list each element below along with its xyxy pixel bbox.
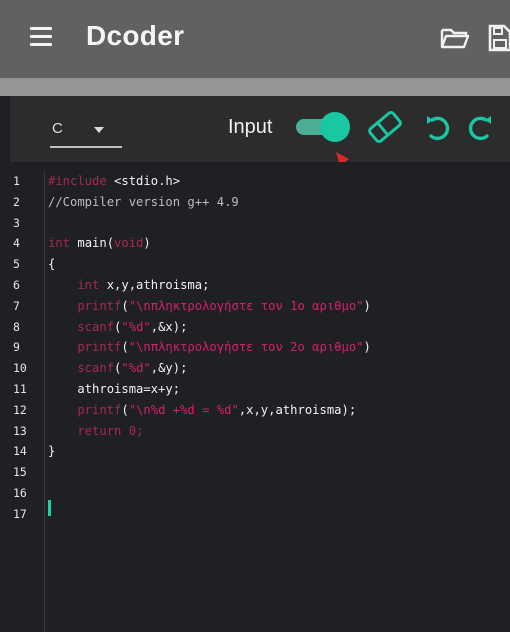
line-number: 1 <box>13 174 20 188</box>
code-line: printf("\nπληκτρολογήστε τον 2ο αριθμο") <box>48 341 371 354</box>
code-line: } <box>48 445 55 458</box>
code-token: ) <box>363 298 371 313</box>
code-token: "%d" <box>121 319 151 334</box>
line-number: 12 <box>13 402 27 417</box>
code-line: printf("\nπληκτρολογήστε τον 1ο αριθμο") <box>48 298 371 313</box>
code-token: ( <box>121 298 129 313</box>
code-token: ( <box>121 402 129 417</box>
line-number-gutter: 1 2 3 4 5 6 7 8 9 10 11 12 13 14 15 16 17 <box>10 172 45 632</box>
code-token: //Compiler version g++ 4.9 <box>48 194 239 209</box>
code-token: int <box>48 236 71 251</box>
code-token: ,&x); <box>150 319 188 334</box>
undo-icon[interactable] <box>424 110 454 144</box>
language-underline <box>50 146 122 148</box>
code-token: scanf <box>48 319 115 334</box>
code-line: { <box>48 258 55 271</box>
code-token: "\nπληκτρολογήστε τον 2ο αριθμο" <box>128 340 364 355</box>
code-token: "\n%d +%d = %d" <box>128 402 239 417</box>
menu-icon[interactable] <box>30 27 52 47</box>
save-icon[interactable] <box>488 24 510 52</box>
code-token: 0; <box>121 423 144 438</box>
code-token: <stdio.h> <box>106 174 181 188</box>
line-number: 13 <box>13 423 27 438</box>
code-token: int <box>48 278 100 292</box>
line-number: 5 <box>13 257 20 272</box>
redo-icon[interactable] <box>464 110 494 144</box>
line-number: 14 <box>13 444 27 459</box>
code-token: } <box>48 444 56 459</box>
eraser-icon[interactable] <box>366 110 404 144</box>
code-token: ( <box>121 340 129 355</box>
input-label: Input <box>228 116 273 138</box>
code-token: { <box>48 257 56 272</box>
line-number: 4 <box>13 236 20 251</box>
code-token: ) <box>363 340 371 355</box>
line-number: 9 <box>13 340 20 355</box>
chevron-down-icon <box>94 127 104 133</box>
line-number: 16 <box>13 486 27 500</box>
toolbar-separator <box>0 78 510 96</box>
code-token: printf <box>48 402 122 417</box>
code-token: void <box>114 236 144 251</box>
code-token: scanf <box>48 361 115 376</box>
code-line: scanf("%d",&x); <box>48 319 188 334</box>
line-number: 8 <box>13 319 20 334</box>
line-number: 15 <box>13 465 27 480</box>
language-label: C <box>52 120 63 137</box>
code-token: printf <box>48 340 122 355</box>
code-token: printf <box>48 298 122 313</box>
line-number: 7 <box>13 298 20 313</box>
input-toggle[interactable] <box>296 112 350 142</box>
code-editor[interactable] <box>10 162 510 632</box>
code-token: #include <box>48 174 107 188</box>
code-token: x,y,athroisma; <box>99 278 210 292</box>
line-number: 11 <box>13 382 27 396</box>
code-token: return <box>48 423 122 438</box>
code-token: "%d" <box>121 361 151 376</box>
code-token: main( <box>70 236 115 251</box>
line-number: 17 <box>13 506 27 521</box>
code-token: ,x,y,athroisma); <box>238 402 357 417</box>
code-line: scanf("%d",&y); <box>48 362 187 375</box>
line-number: 2 <box>13 194 20 209</box>
code-line: int x,y,athroisma; <box>48 279 209 292</box>
toggle-thumb <box>320 112 350 142</box>
text-cursor <box>48 500 51 516</box>
code-token: "\nπληκτρολογήστε τον 1ο αριθμο" <box>128 298 364 313</box>
code-line: printf("\n%d +%d = %d",x,y,athroisma); <box>48 402 357 417</box>
code-token: ) <box>143 236 151 251</box>
code-line: //Compiler version g++ 4.9 <box>48 194 239 209</box>
app-title: Dcoder <box>86 20 185 51</box>
code-line: #include <stdio.h> <box>48 175 180 188</box>
code-line: int main(void) <box>48 237 151 250</box>
code-line: return 0; <box>48 423 144 438</box>
language-select[interactable]: C <box>50 116 122 148</box>
line-number: 3 <box>13 215 20 230</box>
code-token: athroisma=x+y; <box>48 382 181 396</box>
line-number: 6 <box>13 278 20 292</box>
code-line: athroisma=x+y; <box>48 383 180 396</box>
app-bar: Dcoder <box>0 0 510 78</box>
line-number: 10 <box>13 361 27 376</box>
folder-open-icon[interactable] <box>440 26 470 50</box>
code-token: ,&y); <box>150 361 188 376</box>
